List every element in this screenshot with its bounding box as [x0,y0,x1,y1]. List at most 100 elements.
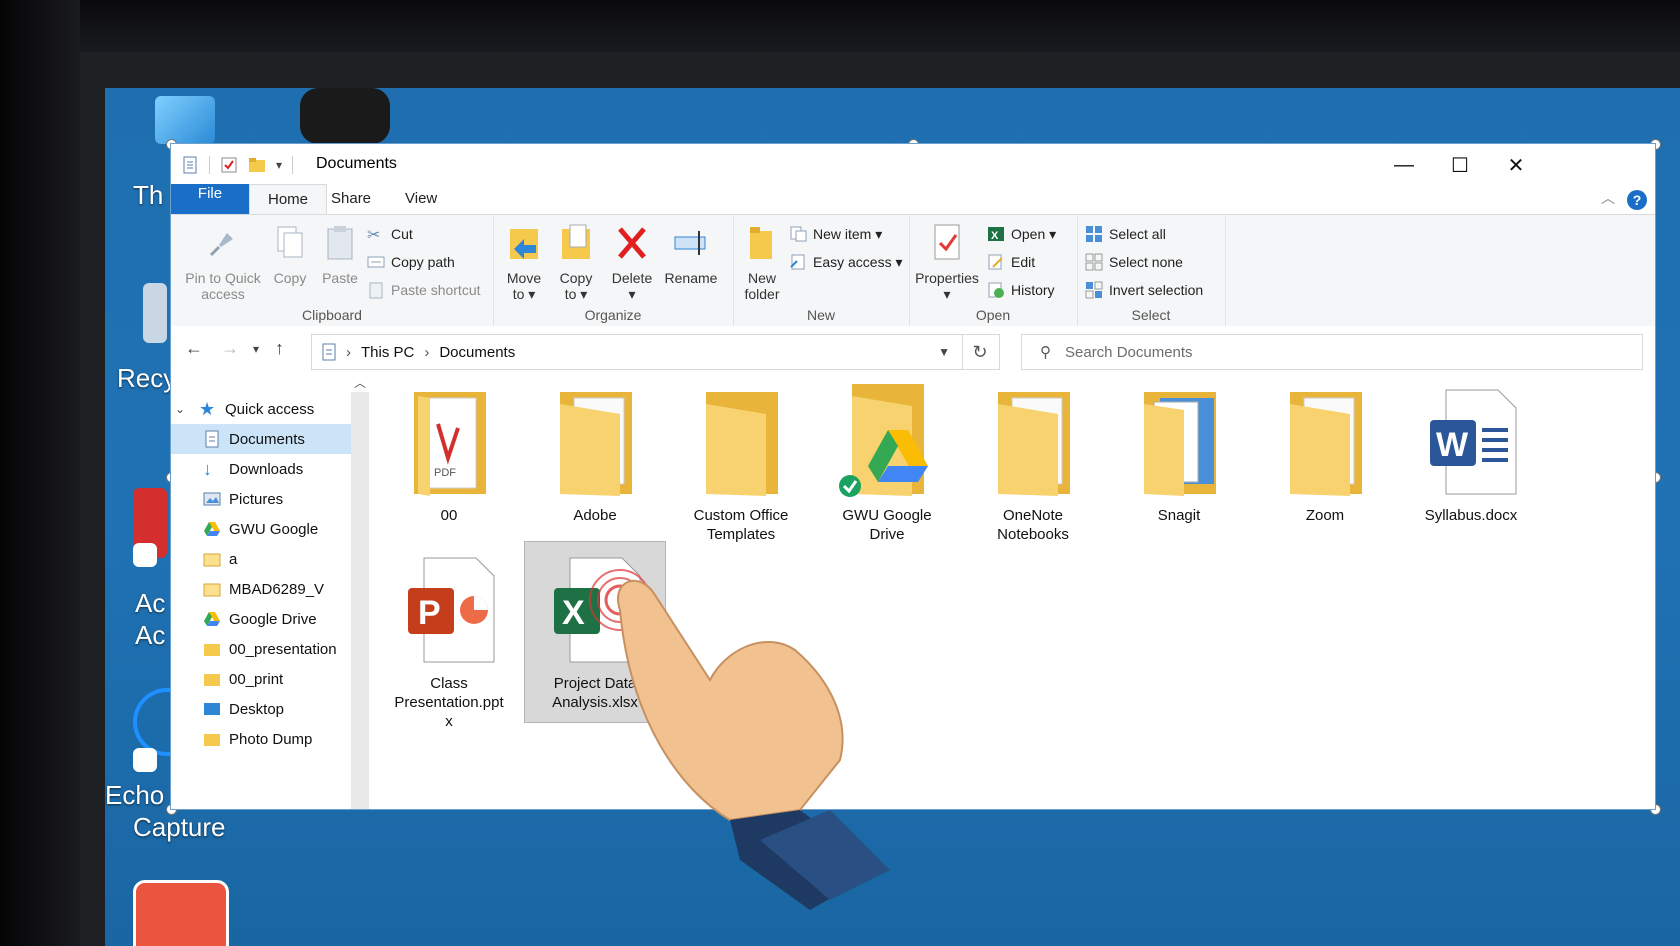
file-item-onenote-notebooks[interactable]: OneNote Notebooks [963,384,1103,544]
search-box[interactable]: ⚲ Search Documents [1021,334,1643,370]
close-button[interactable]: ✕ [1489,150,1543,180]
copy-button[interactable]: Copy [267,223,313,286]
pin-icon [209,233,233,257]
paste-button[interactable]: Paste [317,223,363,286]
refresh-button[interactable]: ↻ [961,334,1000,370]
power-app-icon[interactable] [133,880,229,946]
easy-access-button[interactable]: Easy access ▾ [789,251,903,273]
divider [292,156,294,174]
desktop-icon-recycle-label[interactable]: Recy [117,363,176,394]
delete-label-2: ▾ [628,286,636,302]
cut-button[interactable]: ✂ Cut [367,223,413,245]
collapse-ribbon-icon[interactable]: ︿ [1601,188,1615,208]
sidebar-item-google-drive[interactable]: Google Drive 📌 [171,604,367,634]
tab-share[interactable]: Share [313,184,389,214]
excel-open-icon: X [988,227,1004,242]
desktop-icon-this-pc-label[interactable]: Th [133,180,163,211]
sidebar-item-downloads[interactable]: ↓ Downloads 📌 [171,454,367,484]
maximize-button[interactable]: ☐ [1433,150,1487,180]
expand-chevron-icon[interactable]: ⌄ [175,402,189,416]
sidebar-item-quick-access[interactable]: ⌄ ★ Quick access [171,394,351,424]
this-pc-icon[interactable] [155,96,215,144]
properties-check-icon[interactable] [220,156,238,174]
move-to-button[interactable]: Move to ▾ [501,223,547,302]
paste-shortcut-button[interactable]: Paste shortcut [367,279,481,301]
webex-icon[interactable] [300,88,390,144]
breadcrumb-documents[interactable]: Documents [439,344,515,361]
rename-button[interactable]: Rename [661,223,721,286]
copy-to-icon [562,224,590,259]
file-item-snagit[interactable]: Snagit [1109,384,1249,525]
address-dropdown-chevron-icon[interactable]: ▼ [938,345,950,359]
back-arrow-icon[interactable]: ← [185,338,203,359]
tab-view[interactable]: View [387,184,455,214]
new-folder-button[interactable]: New folder [739,223,785,302]
invert-selection-button[interactable]: Invert selection [1085,279,1203,301]
invert-selection-icon [1085,281,1103,299]
history-button[interactable]: History [987,279,1055,301]
file-item-project-data-analysis[interactable]: X Project Data Analysis.xlsx [524,541,666,723]
file-item-custom-office-templates[interactable]: Custom Office Templates [671,384,811,544]
help-icon[interactable]: ? [1627,190,1647,210]
sidebar-scrollbar[interactable]: ︿ [351,374,369,809]
file-name: Analysis.xlsx [552,694,638,711]
edit-button[interactable]: Edit [987,251,1035,273]
file-name: Zoom [1305,507,1345,524]
pin-to-quick-access-button[interactable]: Pin to Quick access [179,223,267,302]
sidebar-item-desktop[interactable]: Desktop [171,694,367,724]
properties-button[interactable]: Properties ▾ [911,223,983,302]
copy-to-button[interactable]: Copy to ▾ [553,223,599,302]
file-list: PDF 00 Adobe Custom Office Templates GWU… [369,374,1655,809]
select-all-button[interactable]: Select all [1085,223,1166,245]
clipboard-group-label: Clipboard [302,307,362,323]
folder-thumbnail [832,384,942,502]
sidebar-item-mbad6289[interactable]: MBAD6289_V 📌 [171,574,367,604]
address-bar[interactable]: › This PC › Documents ▼ [311,334,963,370]
desktop-icon-echo-label-1[interactable]: Echo [105,780,164,811]
scroll-up-icon[interactable]: ︿ [351,374,369,392]
refresh-icon: ↻ [972,342,988,362]
sidebar-item-pictures[interactable]: Pictures 📌 [171,484,367,514]
new-folder-icon[interactable] [248,156,266,174]
document-icon[interactable] [181,156,199,174]
customize-qat-dropdown-icon[interactable]: ▾ [276,158,282,172]
svg-text:PDF: PDF [434,467,456,479]
shortcut-arrow-icon [133,748,157,772]
word-document-icon: W [1430,389,1517,495]
paste-label: Paste [322,270,358,286]
echo-capture-icon[interactable] [133,688,171,756]
folder-icon [204,644,220,656]
breadcrumb-this-pc[interactable]: This PC [361,344,414,361]
sidebar-item-00-print[interactable]: 00_print [171,664,367,694]
sidebar-item-photo-dump[interactable]: Photo Dump [171,724,367,754]
desktop-icon-echo-label-2[interactable]: Capture [133,812,226,843]
tab-file[interactable]: File [171,184,249,214]
sidebar-item-00-presentation[interactable]: 00_presentation [171,634,367,664]
copy-path-button[interactable]: Copy path [367,251,455,273]
up-arrow-icon[interactable]: ↑ [275,338,284,359]
breadcrumb-separator-icon: › [424,343,430,361]
new-group-label: New [806,307,835,323]
recycle-bin-icon[interactable] [143,283,167,343]
select-none-button[interactable]: Select none [1085,251,1183,273]
copy-to-label-2: to ▾ [564,286,588,302]
sidebar-item-documents[interactable]: Documents 📌 [171,424,367,454]
new-item-button[interactable]: New item ▾ [789,223,882,245]
file-item-adobe[interactable]: Adobe [525,384,665,525]
minimize-button[interactable]: — [1377,150,1431,180]
sidebar-item-gwu-google[interactable]: GWU Google 📌 [171,514,367,544]
desktop-icon-acrobat-label-1[interactable]: Ac [135,588,165,619]
desktop-icon-acrobat-label-2[interactable]: Ac [135,620,165,651]
forward-arrow-icon[interactable]: → [221,338,239,359]
sidebar-item-a[interactable]: a 📌 [171,544,367,574]
delete-button[interactable]: Delete ▾ [607,223,657,302]
file-item-gwu-google-drive[interactable]: GWU Google Drive [817,384,957,544]
file-name: Custom Office [693,507,789,524]
file-item-class-presentation[interactable]: P Class Presentation.ppt x [379,552,519,731]
file-item-zoom[interactable]: Zoom [1255,384,1395,525]
file-item-00[interactable]: PDF 00 [379,384,519,525]
open-button[interactable]: X Open ▾ [987,223,1056,245]
sidebar-item-label: 00_print [229,670,284,688]
file-item-syllabus-docx[interactable]: W Syllabus.docx [1401,384,1541,525]
recent-locations-chevron-icon[interactable]: ▾ [253,342,259,356]
